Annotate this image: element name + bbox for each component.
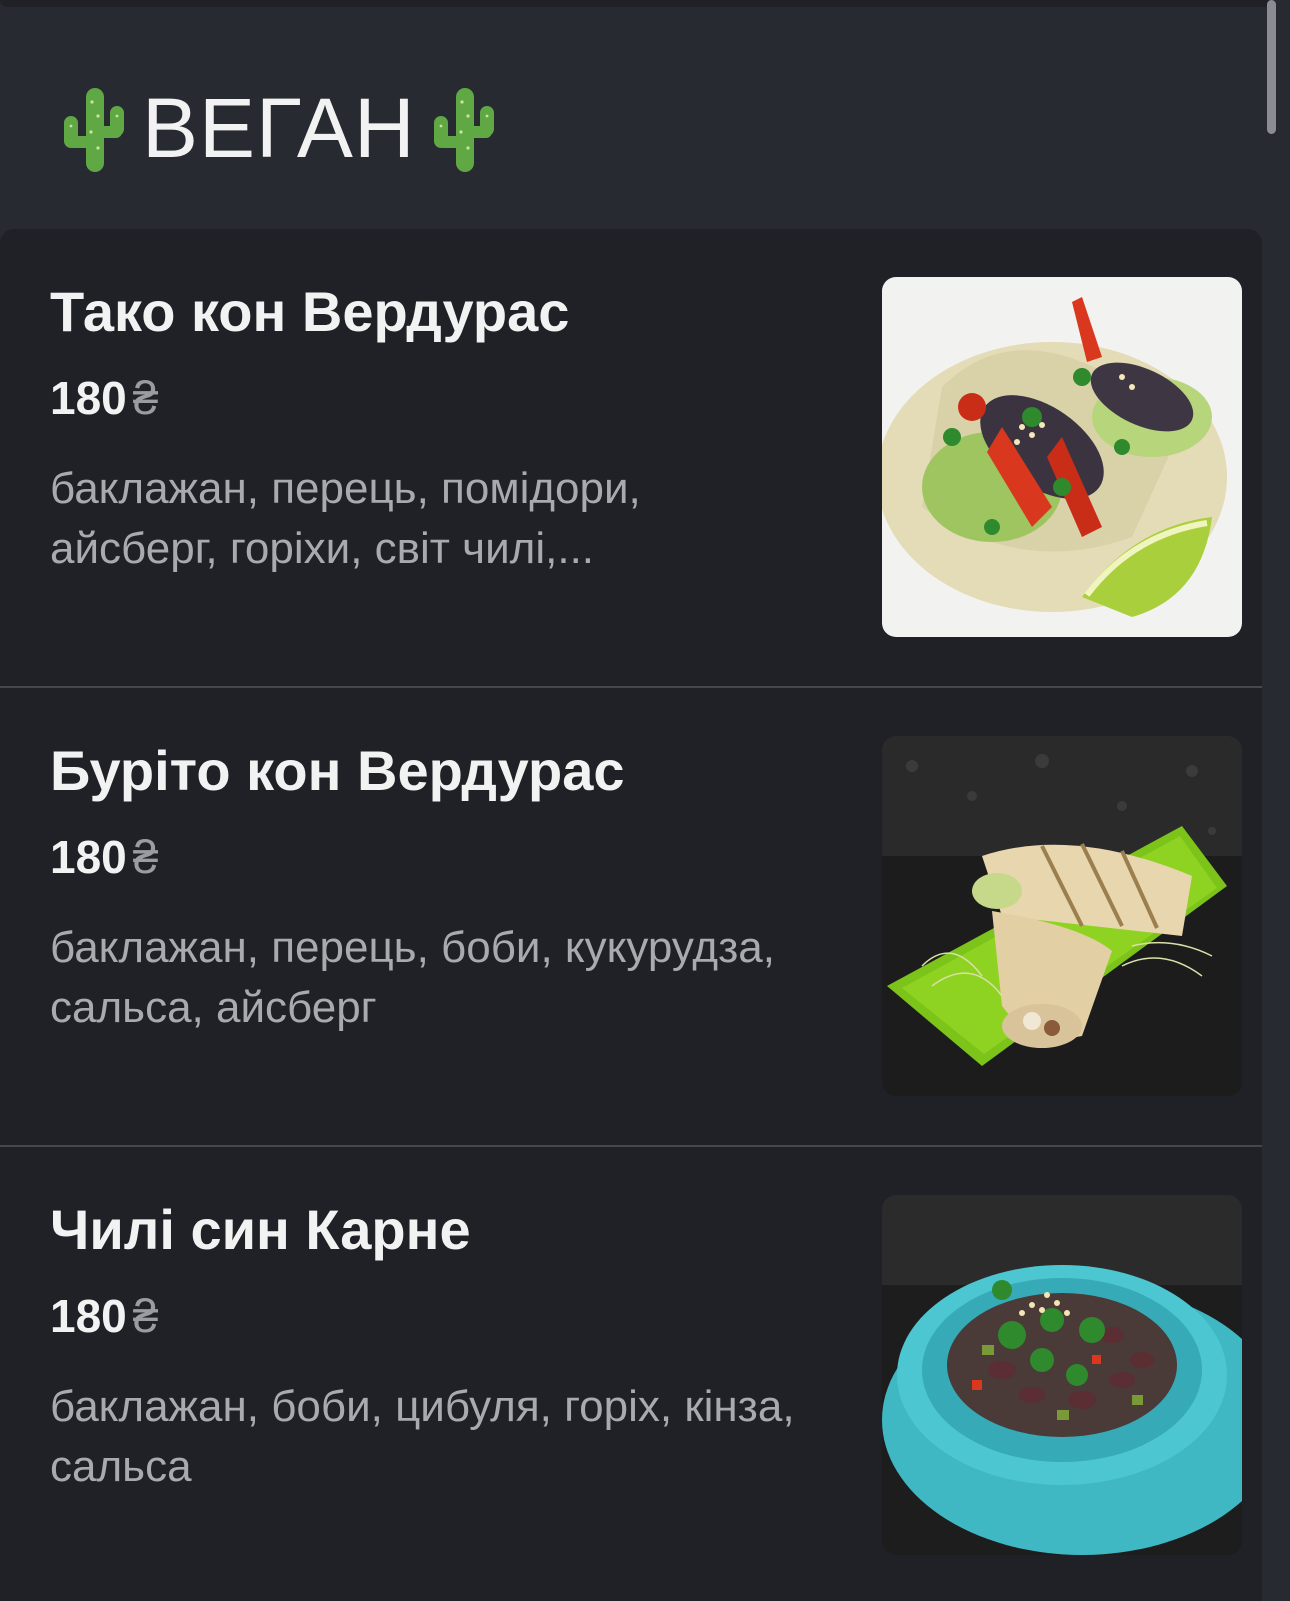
top-bar: [0, 0, 1270, 7]
item-description: баклажан, боби, цибуля, горіх, кінза, са…: [50, 1382, 795, 1491]
item-name: Буріто кон Вердурас: [50, 739, 625, 802]
item-photo-burrito[interactable]: [882, 736, 1242, 1096]
item-description: баклажан, перець, помідори, айсберг, гор…: [50, 464, 641, 573]
price-value: 180: [50, 1290, 127, 1342]
item-price: 180 ₴: [50, 1289, 158, 1343]
item-price: 180 ₴: [50, 830, 158, 884]
item-photo-taco[interactable]: [882, 277, 1242, 637]
item-price: 180 ₴: [50, 371, 158, 425]
section-title: ВЕГАН: [142, 81, 416, 175]
menu-page: ВЕГАН Тако кон Вердурас 180 ₴ баклажан, п…: [0, 0, 1290, 1601]
item-name: Чилі син Карне: [50, 1198, 471, 1261]
currency-symbol: ₴: [132, 372, 159, 424]
menu-item[interactable]: Тако кон Вердурас 180 ₴ баклажан, перець,…: [0, 229, 1262, 688]
scrollbar[interactable]: [1267, 0, 1276, 134]
menu-item[interactable]: Чилі син Карне 180 ₴ баклажан, боби, цибу…: [0, 1147, 1262, 1601]
section-header: ВЕГАН: [58, 78, 500, 178]
cactus-icon: [64, 88, 124, 172]
price-value: 180: [50, 831, 127, 883]
item-name: Тако кон Вердурас: [50, 280, 570, 343]
menu-item[interactable]: Буріто кон Вердурас 180 ₴ баклажан, перец…: [0, 688, 1262, 1147]
currency-symbol: ₴: [132, 831, 159, 883]
currency-symbol: ₴: [132, 1290, 159, 1342]
item-description: баклажан, перець, боби, кукурудза, сальс…: [50, 923, 775, 1032]
menu-list: Тако кон Вердурас 180 ₴ баклажан, перець,…: [0, 229, 1262, 1601]
price-value: 180: [50, 372, 127, 424]
cactus-icon: [433, 88, 494, 172]
item-photo-chili[interactable]: [882, 1195, 1242, 1555]
